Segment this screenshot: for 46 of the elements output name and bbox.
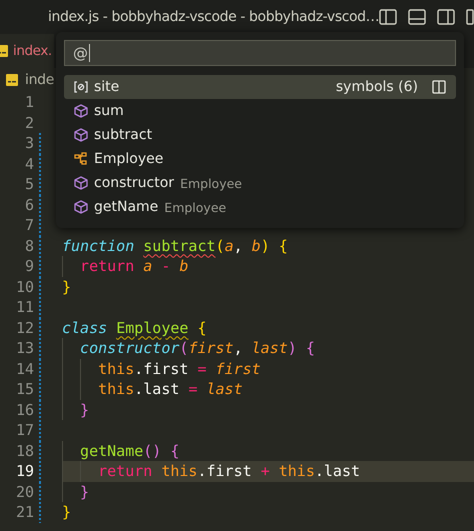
line-number: 7 — [24, 215, 34, 236]
line-number: 18 — [14, 440, 34, 461]
line-number: 13 — [14, 338, 34, 358]
line-number: 8 — [24, 236, 34, 256]
line-number: 20 — [14, 482, 34, 502]
symbol-container: Employee — [180, 176, 242, 190]
code-line: return a - b — [79, 257, 188, 275]
code-line: } — [62, 503, 72, 521]
line-number: 5 — [24, 174, 34, 194]
line-number: 4 — [24, 154, 34, 174]
symbol-container: Employee — [164, 200, 226, 214]
symbol-item[interactable]: subtract — [64, 123, 456, 147]
line-number: 11 — [14, 297, 34, 318]
code-line: function subtract(a, b) { — [62, 236, 288, 254]
line-number: 2 — [24, 112, 34, 133]
quick-pick-input[interactable]: @ — [64, 40, 456, 66]
line-number: 17 — [14, 420, 34, 440]
line-number: 1 — [24, 92, 34, 112]
code-line: this.last = last — [97, 380, 243, 398]
code-line: } — [62, 278, 72, 296]
group-label: symbols (6) — [336, 79, 418, 95]
symbol-item[interactable]: Employee — [64, 147, 456, 171]
symbol-item[interactable]: getName Employee — [64, 195, 456, 219]
line-number: 21 — [14, 502, 34, 522]
symbol-item[interactable]: constructor Employee — [64, 171, 456, 195]
code-line: return this.first + this.last — [97, 462, 360, 480]
symbol-item[interactable]: site symbols (6) — [64, 75, 456, 99]
code-line: } — [79, 400, 90, 418]
line-number: 3 — [24, 133, 34, 154]
code-line: class Employee { — [62, 318, 206, 336]
line-number: 16 — [14, 400, 34, 420]
line-number: 19 — [14, 461, 34, 482]
code-line: getName() { — [79, 442, 180, 460]
line-number: 6 — [24, 194, 34, 215]
symbol-item[interactable]: sum — [64, 99, 456, 123]
code-line: } — [79, 482, 90, 500]
line-number: 12 — [14, 318, 34, 338]
line-number: 10 — [14, 276, 34, 297]
line-number: 14 — [14, 358, 34, 379]
line-number: 15 — [14, 379, 34, 400]
code-line: this.first = first — [97, 360, 261, 378]
breadcrumb-item[interactable]: inde — [6, 72, 54, 88]
window-title: index.js - bobbyhadz-vscode - bobbyhadz-vscod… — [48, 9, 380, 25]
editor-tab[interactable]: index. — [0, 34, 54, 68]
code-line: constructor(first, last) { — [79, 339, 315, 357]
line-number: 9 — [24, 256, 34, 276]
